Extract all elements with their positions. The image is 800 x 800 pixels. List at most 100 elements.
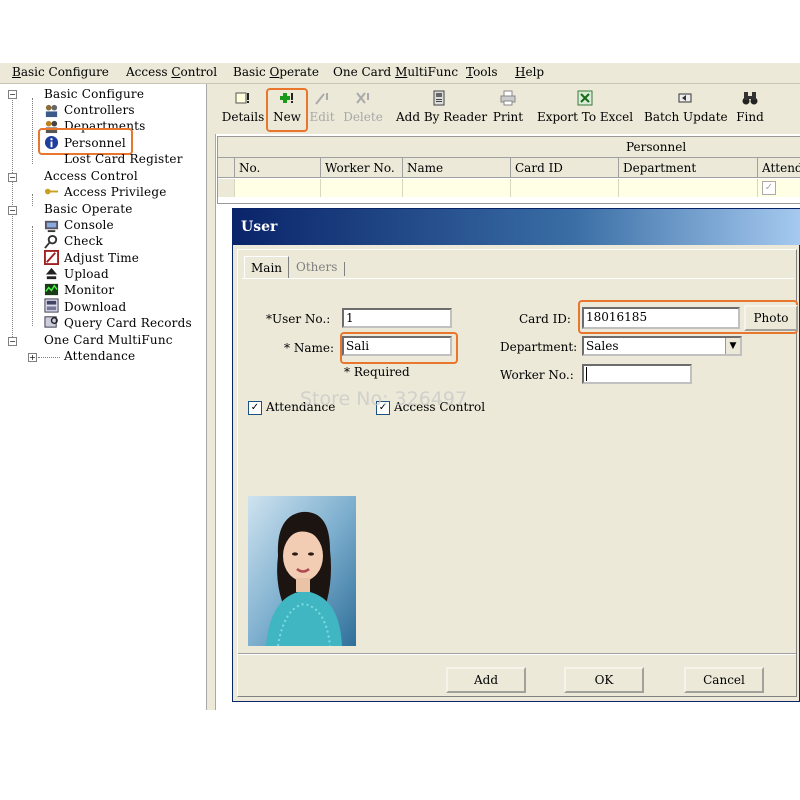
department-label: Department: [500, 340, 578, 354]
print-button[interactable]: Print [490, 90, 526, 132]
batch-update-button[interactable]: Batch Update [644, 90, 728, 132]
add-by-reader-button[interactable]: Add By Reader [396, 90, 487, 132]
grid-row-selector[interactable] [218, 179, 235, 197]
tree-connector [38, 357, 60, 358]
user-no-input[interactable]: 1 [342, 308, 452, 328]
tab-line [242, 278, 794, 279]
tree-controllers[interactable]: Controllers [64, 103, 135, 117]
name-highlight [340, 332, 458, 364]
collapse-icon[interactable]: − [8, 90, 17, 99]
tree-connector [32, 226, 33, 326]
add-button[interactable]: Add [446, 667, 526, 693]
new-highlight [266, 88, 308, 132]
menu-one-card-multifunc[interactable]: One Card MultiFunc [333, 65, 458, 79]
column-header-name[interactable]: Name [403, 158, 511, 178]
attend-checkbox[interactable]: ✓ [762, 181, 776, 195]
tree-basic-configure[interactable]: Basic Configure [44, 87, 144, 101]
find-button[interactable]: Find [734, 90, 766, 132]
tree-lost-card-register[interactable]: Lost Card Register [64, 152, 183, 166]
tree-one-card-multifunc[interactable]: One Card MultiFunc [44, 333, 173, 347]
toolbar: Details New Edit Delete Add By Reader Pr… [214, 84, 800, 134]
tree-monitor[interactable]: Monitor [64, 283, 114, 297]
dialog-body: Main Others *User No.: 1 * Name: Sali * … [237, 249, 798, 697]
magnifier-icon [44, 234, 58, 249]
collapse-icon[interactable]: − [8, 206, 17, 215]
worker-no-input[interactable] [582, 364, 692, 384]
cancel-button[interactable]: Cancel [684, 667, 764, 693]
tree-connector [32, 194, 33, 206]
grid-cell[interactable] [619, 179, 758, 197]
grid-cell[interactable] [321, 179, 403, 197]
ok-button[interactable]: OK [564, 667, 644, 693]
photo-button[interactable]: Photo [744, 305, 798, 331]
collapse-icon[interactable]: − [8, 173, 17, 182]
personnel-highlight [38, 128, 133, 155]
download-icon [44, 298, 59, 313]
worker-no-label: Worker No.: [500, 368, 574, 382]
details-button[interactable]: Details [220, 90, 266, 132]
tree-upload[interactable]: Upload [64, 267, 109, 281]
menu-access-control[interactable]: Access Control [126, 65, 217, 79]
menu-bar: Basic Configure Access Control Basic Ope… [0, 63, 800, 84]
grid-cell[interactable]: ✓ [758, 179, 800, 197]
tab-divider [344, 262, 345, 276]
expand-icon[interactable]: + [28, 353, 37, 362]
user-dialog: User Main Others *User No.: 1 * Name: Sa… [232, 208, 800, 702]
column-header-no[interactable]: No. [235, 158, 321, 178]
menu-basic-configure[interactable]: Basic Configure [12, 65, 109, 79]
edit-button[interactable]: Edit [308, 90, 336, 132]
monitor-icon [44, 283, 59, 296]
tree-check[interactable]: Check [64, 234, 103, 248]
tab-main[interactable]: Main [244, 256, 290, 279]
tree-download[interactable]: Download [64, 300, 126, 314]
collapse-icon[interactable]: − [8, 337, 17, 346]
tree-console[interactable]: Console [64, 218, 114, 232]
grid-title: Personnel [626, 140, 687, 154]
details-icon [235, 92, 249, 104]
excel-icon [577, 90, 593, 106]
menu-tools[interactable]: Tools [466, 65, 498, 79]
key-icon [44, 188, 59, 195]
controllers-icon [45, 104, 58, 118]
tree-adjust-time[interactable]: Adjust Time [64, 251, 139, 265]
required-note: * Required [344, 365, 410, 379]
tree-connector [32, 98, 33, 164]
navigation-tree: − Basic Configure Controllers Department… [0, 84, 206, 710]
footer-divider-light [238, 654, 796, 655]
splitter[interactable] [206, 84, 216, 710]
name-label: * Name: [284, 341, 334, 355]
menu-basic-operate[interactable]: Basic Operate [233, 65, 319, 79]
watermark: Store No: 326497 [300, 388, 468, 410]
delete-button[interactable]: Delete [342, 90, 384, 132]
upload-icon [45, 267, 58, 280]
grid-cell[interactable] [511, 179, 619, 197]
column-header-worker-no[interactable]: Worker No. [321, 158, 403, 178]
user-no-label: *User No.: [266, 312, 331, 326]
export-to-excel-button[interactable]: Export To Excel [536, 90, 634, 132]
tree-attendance[interactable]: Attendance [64, 349, 135, 363]
column-header-department[interactable]: Department [619, 158, 758, 178]
attendance-checkbox[interactable]: ✓ [248, 401, 262, 415]
user-photo [248, 496, 356, 646]
department-select[interactable]: Sales ▼ [582, 336, 742, 356]
text-cursor [586, 367, 587, 381]
chevron-down-icon[interactable]: ▼ [725, 338, 740, 354]
dialog-title[interactable]: User [233, 209, 800, 245]
tree-basic-operate[interactable]: Basic Operate [44, 202, 133, 216]
card-id-label: Card ID: [519, 312, 571, 326]
card-reader-icon [433, 90, 445, 106]
adjust-time-icon [44, 250, 59, 265]
tree-access-privilege[interactable]: Access Privilege [64, 185, 167, 199]
binoculars-icon [742, 92, 758, 105]
query-records-icon [44, 316, 58, 328]
pencil-icon [315, 93, 328, 105]
tree-access-control[interactable]: Access Control [44, 169, 138, 183]
column-header-attend[interactable]: Attend [758, 158, 800, 178]
column-header-card-id[interactable]: Card ID [511, 158, 619, 178]
tree-query-card-records[interactable]: Query Card Records [64, 316, 192, 330]
grid-cell[interactable] [403, 179, 511, 197]
tab-others[interactable]: Others [290, 256, 343, 278]
batch-update-icon [678, 93, 692, 103]
menu-help[interactable]: Help [515, 65, 544, 79]
grid-cell[interactable] [235, 179, 321, 197]
